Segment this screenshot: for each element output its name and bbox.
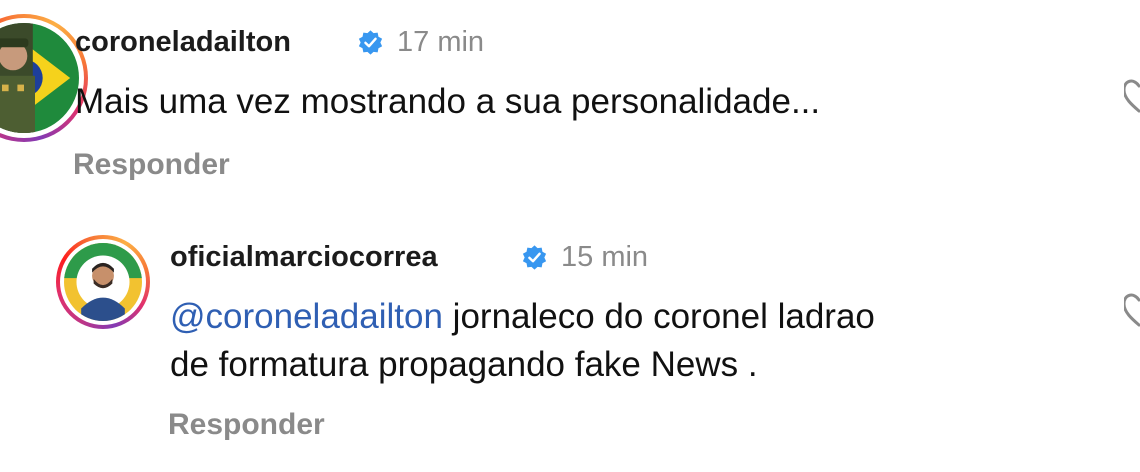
comment-text: @coroneladailton jornaleco do coronel la…: [170, 293, 875, 389]
comment-text-line: de formatura propagando fake News .: [170, 345, 758, 384]
comment-text: Mais uma vez mostrando a sua personalida…: [75, 82, 821, 121]
reply-button[interactable]: Responder: [73, 148, 230, 182]
mention-link[interactable]: @coroneladailton: [170, 297, 443, 336]
heart-icon[interactable]: [1124, 292, 1140, 328]
username[interactable]: oficialmarciocorrea: [170, 241, 438, 274]
story-ring-avatar[interactable]: [56, 235, 150, 329]
comment-timestamp: 17 min: [397, 26, 485, 58]
avatar: [64, 243, 142, 321]
comment-timestamp: 15 min: [561, 241, 649, 273]
reply-button[interactable]: Responder: [168, 408, 325, 442]
comment-text-line: @coroneladailton jornaleco do coronel la…: [170, 293, 875, 341]
comment-text-segment: jornaleco do coronel ladrao: [452, 297, 875, 336]
verified-badge-icon: [521, 244, 548, 271]
verified-badge-icon: [357, 29, 384, 56]
heart-icon[interactable]: [1124, 78, 1140, 114]
username[interactable]: coroneladailton: [75, 26, 291, 59]
